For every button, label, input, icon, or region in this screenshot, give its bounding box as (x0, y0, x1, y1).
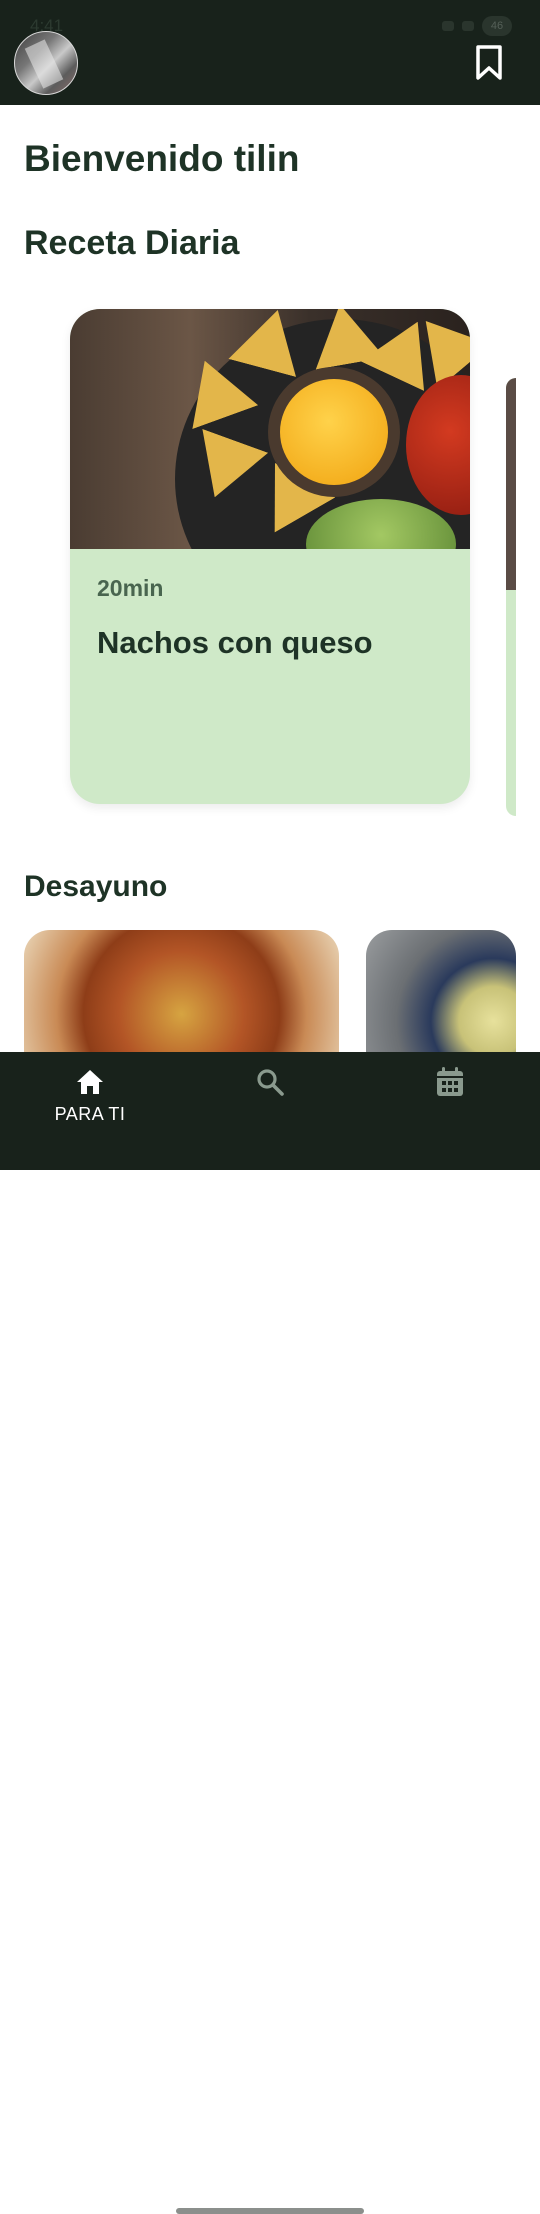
breakfast-card[interactable] (24, 930, 339, 1070)
nav-label-para-ti: PARA TI (54, 1104, 126, 1124)
recipe-photo (70, 309, 470, 549)
daily-recipe-card[interactable]: 20min Nachos con queso (70, 309, 470, 804)
home-icon (74, 1066, 106, 1098)
bookmark-button[interactable] (470, 42, 508, 84)
nav-item-para-ti[interactable]: PARA TI (50, 1052, 130, 1147)
home-indicator[interactable] (176, 2208, 364, 2214)
recipe-time: 20min (97, 575, 164, 601)
top-app-bar: 4:41 46 (0, 0, 540, 105)
avatar[interactable] (14, 31, 78, 95)
bookmark-icon (476, 45, 502, 80)
nav-item-calendar[interactable] (410, 1052, 490, 1147)
recipe-title: Nachos con queso (97, 625, 373, 660)
greeting-title: Bienvenido tilin (24, 138, 300, 179)
next-recipe-card[interactable] (506, 378, 516, 816)
breakfast-card[interactable] (366, 930, 516, 1070)
section-title-breakfast: Desayuno (24, 870, 168, 903)
nav-item-search[interactable] (230, 1052, 310, 1147)
wifi-icon (442, 21, 454, 31)
signal-icon (462, 21, 474, 31)
bottom-navigation: PARA TI (0, 1052, 540, 2214)
cheese-dip (280, 379, 388, 485)
calendar-icon (434, 1066, 466, 1098)
search-icon (254, 1066, 286, 1098)
section-title-daily-recipe: Receta Diaria (24, 224, 240, 262)
battery-icon: 46 (482, 16, 512, 36)
status-icons: 46 (442, 16, 512, 36)
